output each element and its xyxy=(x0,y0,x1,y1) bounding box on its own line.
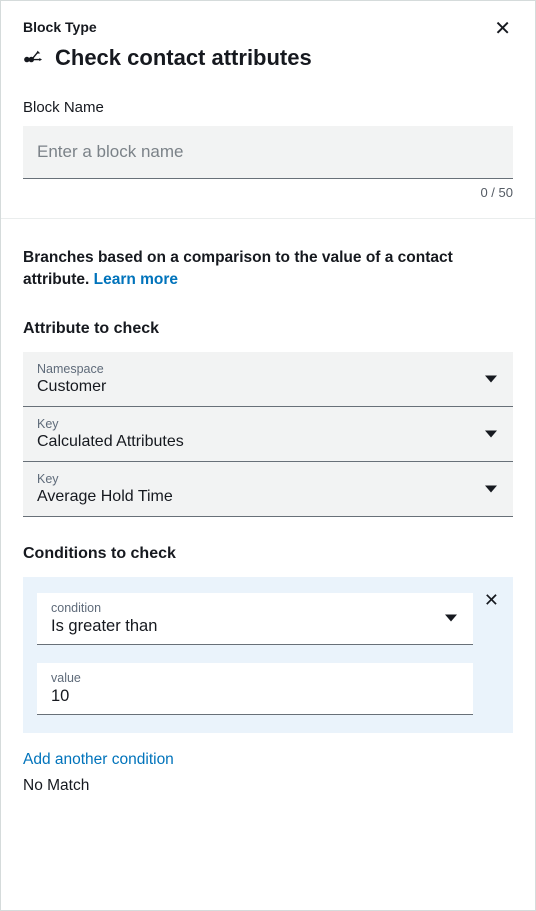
namespace-value: Customer xyxy=(37,378,499,396)
key2-label: Key xyxy=(37,472,499,486)
close-icon: ✕ xyxy=(494,18,511,40)
chevron-down-icon xyxy=(485,430,497,437)
condition-operator-label: condition xyxy=(51,601,459,615)
add-condition-link[interactable]: Add another condition xyxy=(23,751,174,769)
key1-value: Calculated Attributes xyxy=(37,433,499,451)
condition-operator-value: Is greater than xyxy=(51,617,459,636)
flow-branch-icon xyxy=(23,48,45,69)
description-static: Branches based on a comparison to the va… xyxy=(23,249,453,288)
key2-value: Average Hold Time xyxy=(37,488,499,506)
block-name-input[interactable] xyxy=(23,126,513,179)
key1-label: Key xyxy=(37,417,499,431)
condition-card: ✕ condition Is greater than value xyxy=(23,577,513,733)
close-icon: ✕ xyxy=(484,590,499,610)
panel-body: Branches based on a comparison to the va… xyxy=(1,219,535,815)
namespace-select[interactable]: Namespace Customer xyxy=(23,352,513,407)
key1-select[interactable]: Key Calculated Attributes xyxy=(23,407,513,462)
condition-value-input[interactable] xyxy=(51,687,459,706)
no-match-label: No Match xyxy=(23,777,513,795)
attribute-select-stack: Namespace Customer Key Calculated Attrib… xyxy=(23,352,513,517)
condition-value-field[interactable]: value xyxy=(37,663,473,715)
panel-root: Block Type ✕ Check contact attributes Bl… xyxy=(1,1,535,910)
condition-operator-select[interactable]: condition Is greater than xyxy=(37,593,473,645)
conditions-section-title: Conditions to check xyxy=(23,545,513,563)
attribute-section-title: Attribute to check xyxy=(23,320,513,338)
chevron-down-icon xyxy=(485,375,497,382)
remove-condition-button[interactable]: ✕ xyxy=(484,591,499,609)
block-type-label: Block Type xyxy=(23,19,97,35)
chevron-down-icon xyxy=(485,485,497,492)
key2-select[interactable]: Key Average Hold Time xyxy=(23,462,513,517)
condition-fields: condition Is greater than value xyxy=(37,593,473,715)
block-name-label: Block Name xyxy=(23,99,513,116)
header-top-row: Block Type ✕ xyxy=(23,19,513,39)
learn-more-link[interactable]: Learn more xyxy=(94,271,178,288)
title-row: Check contact attributes xyxy=(23,45,513,71)
description-text: Branches based on a comparison to the va… xyxy=(23,247,513,292)
condition-value-label: value xyxy=(51,671,459,685)
panel-header: Block Type ✕ Check contact attributes Bl… xyxy=(1,1,535,219)
panel-title: Check contact attributes xyxy=(55,45,312,71)
namespace-label: Namespace xyxy=(37,362,499,376)
chevron-down-icon xyxy=(445,615,457,622)
char-counter: 0 / 50 xyxy=(23,185,513,200)
close-button[interactable]: ✕ xyxy=(492,19,513,39)
